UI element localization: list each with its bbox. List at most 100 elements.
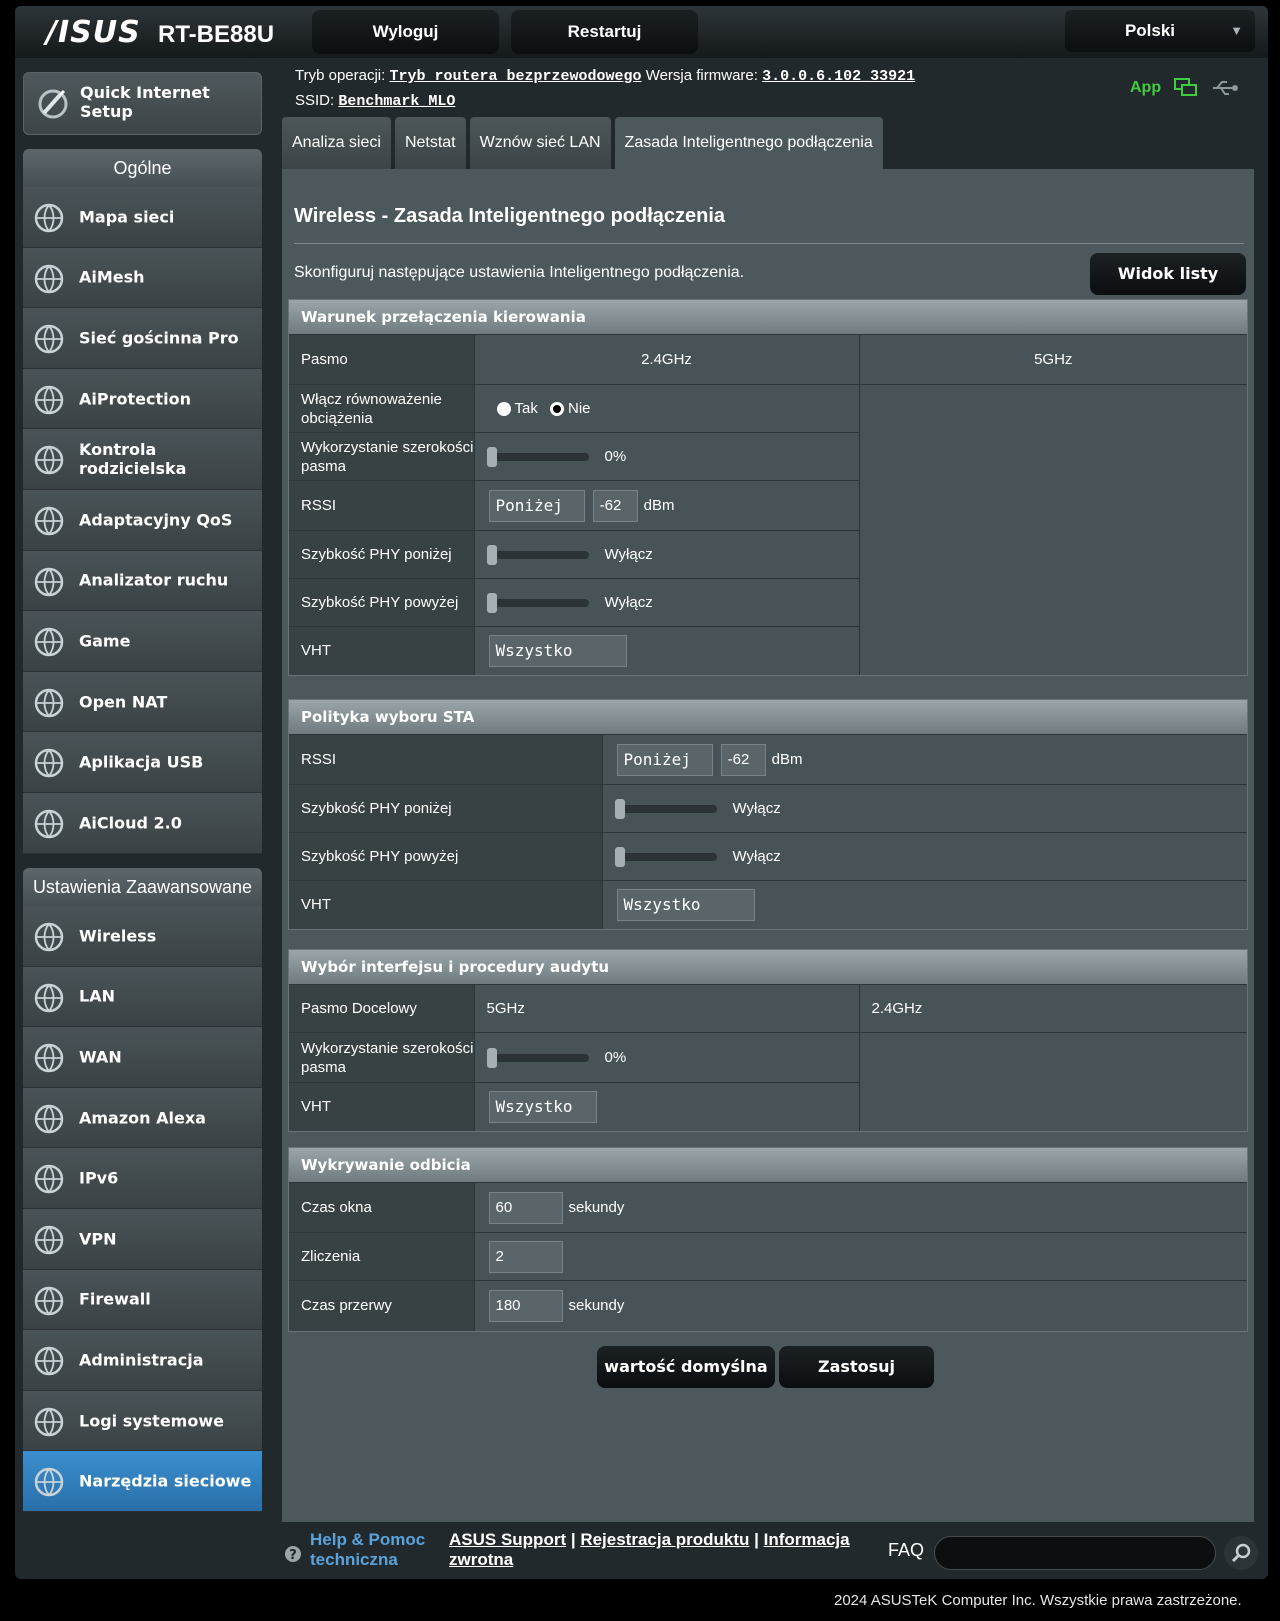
feedback-link[interactable]: Informacja <box>764 1530 850 1549</box>
asus-support-link[interactable]: ASUS Support <box>449 1530 566 1549</box>
band-24-header: 2.4GHz <box>473 334 859 385</box>
admin-gear-icon <box>34 1346 64 1376</box>
sidebar-item-mapa-sieci[interactable]: Mapa sieci <box>23 187 262 248</box>
interface-audit-section: Wybór interfejsu i procedury audytu Pasm… <box>288 949 1248 1132</box>
phy-below-value: Wyłącz <box>604 546 653 563</box>
logout-button[interactable]: Wyloguj <box>312 10 499 54</box>
sidebar-item-wireless[interactable]: Wireless <box>23 906 262 967</box>
target-band-24: 2.4GHz <box>858 984 1247 1033</box>
operation-mode-link[interactable]: Tryb routera bezprzewodowego <box>389 68 641 85</box>
tab-wake-on-lan[interactable]: Wznów sieć LAN <box>469 117 611 169</box>
band-label: Pasmo <box>289 334 474 385</box>
sidebar-item-vpn[interactable]: VPN <box>23 1208 262 1270</box>
sidebar-item-analizator-ruchu[interactable]: Analizator ruchu <box>23 550 262 612</box>
faq-search-button[interactable] <box>1224 1536 1258 1570</box>
quick-internet-setup-button[interactable]: Quick Internet Setup <box>23 72 262 135</box>
bandwidth-label: Wykorzystanie szerokości pasma <box>289 432 474 481</box>
sidebar-item-open-nat[interactable]: Open NAT <box>23 671 262 733</box>
sidebar-item-administracja[interactable]: Administracja <box>23 1330 262 1391</box>
restart-button[interactable]: Restartuj <box>511 10 698 54</box>
load-balance-yes-radio[interactable] <box>496 402 511 417</box>
list-view-button[interactable]: Widok listy <box>1090 253 1246 295</box>
sidebar-item-label: LAN <box>79 986 115 1006</box>
sidebar-item-aplikacja-usb[interactable]: Aplikacja USB <box>23 732 262 793</box>
language-value: Polski <box>1124 21 1176 40</box>
sidebar-item-firewall[interactable]: Firewall <box>23 1269 262 1331</box>
bandwidth-slider[interactable] <box>486 1048 589 1069</box>
sidebar-item-label: IPv6 <box>79 1168 119 1188</box>
phy-below-slider[interactable] <box>486 545 589 566</box>
product-registration-link[interactable]: Rejestracja produktu <box>580 1530 749 1549</box>
band-5-empty-area <box>858 384 1247 675</box>
slider-handle[interactable] <box>486 545 497 566</box>
sidebar-item-aicloud-2-0[interactable]: AiCloud 2.0 <box>23 792 262 854</box>
sidebar-item-kontrola-rodzicielska[interactable]: Kontrola rodzicielska <box>23 429 262 490</box>
faq-label: FAQ <box>888 1540 925 1560</box>
bounce-detect-section: Wykrywanie odbicia Czas okna 60 sekundy Z… <box>288 1147 1248 1332</box>
band-5-header: 5GHz <box>858 334 1247 385</box>
tab-netstat[interactable]: Netstat <box>394 117 466 169</box>
language-select[interactable]: Polski ▼ <box>1065 10 1255 52</box>
sidebar-item-logi-systemowe[interactable]: Logi systemowe <box>23 1390 262 1452</box>
vht-select[interactable]: Wszystko <box>488 634 627 667</box>
restore-default-button[interactable]: wartość domyślna <box>597 1346 775 1388</box>
sidebar-item-game[interactable]: Game <box>23 611 262 672</box>
guest-network-icon <box>34 324 64 354</box>
bandwidth-slider[interactable] <box>486 447 589 468</box>
sidebar-item-label: Sieć gościnna Pro <box>79 328 239 348</box>
firmware-link[interactable]: 3.0.0.6.102_33921 <box>762 68 915 85</box>
rssi-condition-select[interactable]: Poniżej <box>616 743 713 776</box>
firmware-label: Wersja firmware: <box>645 67 758 84</box>
yes-label: Tak <box>514 400 538 417</box>
ssid-link[interactable]: Benchmark_MLO <box>338 93 455 110</box>
phy-above-value: Wyłącz <box>732 848 781 865</box>
sidebar-item-aiprotection[interactable]: AiProtection <box>23 368 262 430</box>
sidebar-item-ipv6[interactable]: IPv6 <box>23 1148 262 1209</box>
app-link[interactable]: App <box>1130 79 1161 97</box>
vht-select[interactable]: Wszystko <box>616 888 755 921</box>
faq-search-input[interactable] <box>934 1536 1216 1570</box>
window-time-input[interactable]: 60 <box>488 1191 563 1224</box>
usb-status-icon[interactable] <box>1211 78 1239 98</box>
dwell-time-unit: sekundy <box>568 1297 625 1315</box>
sidebar-item-label: Firewall <box>79 1289 151 1309</box>
rssi-value-input[interactable]: -62 <box>720 743 766 776</box>
target-band-label: Pasmo Docelowy <box>289 984 474 1033</box>
sidebar-item-lan[interactable]: LAN <box>23 966 262 1028</box>
sidebar-item-aimesh[interactable]: AiMesh <box>23 247 262 309</box>
sidebar-item-label: Game <box>79 631 131 651</box>
rssi-condition-select[interactable]: Poniżej <box>488 489 585 522</box>
sidebar-item-adaptacyjny-qos[interactable]: Adaptacyjny QoS <box>23 489 262 551</box>
slider-handle[interactable] <box>486 593 497 614</box>
slider-handle[interactable] <box>486 1048 497 1069</box>
vht-select[interactable]: Wszystko <box>488 1090 597 1123</box>
feedback-link-line2[interactable]: zwrotna <box>449 1550 513 1569</box>
phy-below-slider[interactable] <box>614 799 717 820</box>
tab-network-analysis[interactable]: Analiza sieci <box>282 117 391 169</box>
sidebar-item-amazon-alexa[interactable]: Amazon Alexa <box>23 1087 262 1149</box>
sidebar-item-narz-dzia-sieciowe[interactable]: Narzędzia sieciowe <box>23 1451 262 1512</box>
help-line1: Help & Pomoc <box>310 1530 426 1549</box>
sidebar-item-wan[interactable]: WAN <box>23 1027 262 1088</box>
rssi-value-input[interactable]: -62 <box>592 489 638 522</box>
slider-handle[interactable] <box>614 847 625 868</box>
phy-above-value: Wyłącz <box>604 594 653 611</box>
status-icons: App <box>1130 76 1239 100</box>
slider-handle[interactable] <box>486 447 497 468</box>
sidebar-item-sie-go-cinna-pro[interactable]: Sieć gościnna Pro <box>23 308 262 369</box>
help-support-link[interactable]: Help & Pomoc techniczna <box>310 1530 425 1570</box>
asus-logo: /ISUS <box>46 15 141 50</box>
apply-button[interactable]: Zastosuj <box>779 1346 934 1388</box>
lan-icon <box>34 983 64 1012</box>
tab-smart-connect-rule[interactable]: Zasada Inteligentnego podłączenia <box>614 117 883 169</box>
no-label: Nie <box>568 400 591 417</box>
dwell-time-input[interactable]: 180 <box>488 1289 563 1322</box>
phy-above-slider[interactable] <box>614 847 717 868</box>
network-status-icon[interactable] <box>1173 76 1199 100</box>
load-balance-no-radio[interactable] <box>550 402 565 417</box>
sidebar-item-label: AiCloud 2.0 <box>79 813 182 833</box>
counts-input[interactable]: 2 <box>488 1240 563 1273</box>
phy-above-slider[interactable] <box>486 593 589 614</box>
slider-handle[interactable] <box>614 799 625 820</box>
router-model: RT-BE88U <box>158 21 275 48</box>
